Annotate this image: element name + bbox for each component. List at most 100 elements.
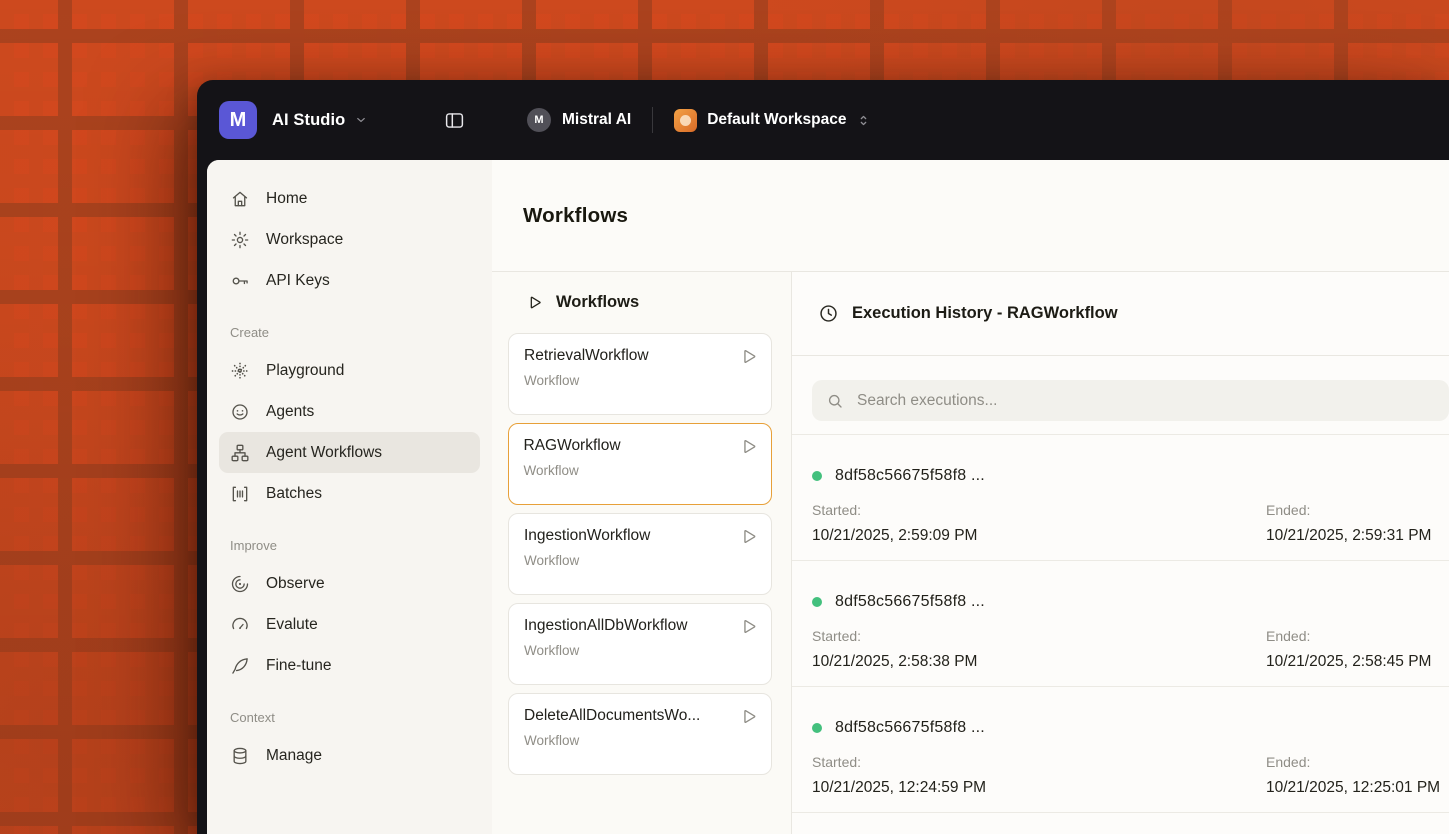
status-success-dot [812,471,822,481]
feather-icon [230,656,250,676]
sidebar-toggle-icon[interactable] [444,110,465,131]
sidebar-section-create: Create [230,325,270,340]
sidebar-item-label: Observe [266,574,325,592]
workflow-card-ingestionalldbworkflow[interactable]: IngestionAllDbWorkflow Workflow [508,603,772,685]
workflow-name: IngestionAllDbWorkflow [524,617,688,634]
run-workflow-button[interactable] [739,527,758,546]
topbar: M AI Studio M Mistral AI Default Workspa… [197,80,1449,160]
workflow-cards: RetrievalWorkflow Workflow RAGWorkflow W… [492,333,791,775]
page-header: Workflows [492,160,1449,272]
run-workflow-button[interactable] [739,617,758,636]
sidebar-item-label: Evalute [266,615,318,633]
search-executions-bar[interactable] [812,380,1449,421]
workflow-list-header: Workflows [492,272,791,333]
sidebar-item-evaluate[interactable]: Evalute [219,604,480,645]
execution-rows: 8df58c56675f58f8 ... Started: 10/21/2025… [792,434,1449,834]
home-icon [230,189,250,209]
workflow-type: Workflow [524,553,580,568]
workflow-type: Workflow [524,733,580,748]
started-label: Started: [812,502,862,518]
sidebar-item-label: Manage [266,746,323,764]
execution-id-line: 8df58c56675f58f8 ... [812,466,1449,486]
key-icon [230,271,250,291]
started-value: 10/21/2025, 2:59:09 PM [812,527,978,544]
gauge-icon [230,615,250,635]
page-title: Workflows [523,203,629,227]
sidebar-item-workspace[interactable]: Workspace [219,219,480,260]
sidebar-section-improve: Improve [230,538,277,553]
execution-row[interactable]: 8df58c56675f58f8 ... Started: 10/21/2025… [792,560,1449,686]
database-icon [230,746,250,766]
sidebar-item-manage[interactable]: Manage [219,735,480,776]
content-row: Workflows RetrievalWorkflow Workflow RAG… [492,272,1449,834]
sidebar-item-api-keys[interactable]: API Keys [219,260,480,301]
execution-id-line: 8df58c56675f58f8 ... [812,718,1449,738]
sidebar-item-label: Fine-tune [266,656,332,674]
workflow-type: Workflow [523,462,579,478]
run-workflow-button[interactable] [739,707,758,726]
workflow-card-deletealldocumentsworkflow[interactable]: DeleteAllDocumentsWo... Workflow [508,693,772,775]
sidebar-item-home[interactable]: Home [219,178,480,219]
search-section [792,356,1449,434]
run-workflow-button[interactable] [739,347,758,366]
workflow-type: Workflow [524,373,580,388]
org-avatar-letter: M [534,114,544,126]
execution-history-title: Execution History - RAGWorkflow [852,304,1118,322]
sidebar-section-context: Context [230,710,275,725]
workspace-avatar [674,108,698,132]
sidebar-item-fine-tune[interactable]: Fine-tune [219,645,480,686]
execution-row[interactable]: 8df58c56675f58f8 ... Started: 10/21/2025… [792,686,1449,812]
sidebar-item-label: Workspace [266,230,344,248]
ended-value: 10/21/2025, 12:25:01 PM [1266,779,1441,796]
started-label: Started: [812,754,862,770]
topbar-context: M Mistral AI Default Workspace [527,107,871,133]
execution-times: Started: 10/21/2025, 2:59:09 PM Ended: 1… [812,502,1449,545]
workflow-tree-icon [230,443,250,463]
agent-face-icon [230,402,250,422]
execution-history-header: Execution History - RAGWorkflow [792,272,1449,356]
play-icon [530,296,541,309]
started-value: 10/21/2025, 2:58:38 PM [812,653,978,670]
workflow-name: IngestionWorkflow [524,527,651,544]
workflow-card-retrievalworkflow[interactable]: RetrievalWorkflow Workflow [508,333,772,415]
sidebar-item-label: Batches [266,484,323,502]
ended-value: 10/21/2025, 2:58:45 PM [1266,653,1432,670]
topbar-left: M AI Studio [197,80,492,160]
search-executions-input[interactable] [855,390,1435,411]
started-column: Started: 10/21/2025, 2:59:09 PM [812,502,1266,545]
status-success-dot [812,723,822,733]
ended-column: Ended: 10/21/2025, 2:59:31 PM [1266,502,1449,545]
started-column: Started: 10/21/2025, 12:24:59 PM [812,754,1266,797]
status-success-dot [812,597,822,607]
chevron-down-icon[interactable] [354,113,368,127]
started-value: 10/21/2025, 12:24:59 PM [812,779,987,796]
workflow-list-panel: Workflows RetrievalWorkflow Workflow RAG… [492,272,792,834]
ended-value: 10/21/2025, 2:59:31 PM [1266,527,1432,544]
sidebar-item-label: Home [266,189,308,207]
main-content: Workflows Workflows RetrievalWorkflow Wo… [492,160,1449,834]
spiral-icon [230,574,250,594]
ended-label: Ended: [1266,502,1311,518]
row-divider [792,812,1449,834]
sidebar-item-agent-workflows[interactable]: Agent Workflows [219,432,480,473]
workflow-card-ragworkflow[interactable]: RAGWorkflow Workflow [508,423,772,505]
workflow-card-ingestionworkflow[interactable]: IngestionWorkflow Workflow [508,513,772,595]
sparkle-icon [230,361,250,381]
sidebar-item-batches[interactable]: Batches [219,473,480,514]
ended-label: Ended: [1266,754,1311,770]
started-label: Started: [812,628,862,644]
sidebar-item-playground[interactable]: Playground [219,350,480,391]
workflow-type: Workflow [524,643,580,658]
sidebar-item-observe[interactable]: Observe [219,563,480,604]
workspace-name: Default Workspace [707,111,847,128]
sidebar-item-agents[interactable]: Agents [219,391,480,432]
chevrons-up-down-icon[interactable] [856,113,871,128]
execution-row[interactable]: 8df58c56675f58f8 ... Started: 10/21/2025… [792,434,1449,560]
ai-studio-logo[interactable]: M [219,101,257,139]
execution-id: 8df58c56675f58f8 ... [835,593,985,610]
execution-id-line: 8df58c56675f58f8 ... [812,592,1449,612]
topbar-divider [652,107,654,133]
window-body: Home Workspace API Keys Create Playgroun… [207,160,1449,834]
run-workflow-button[interactable] [739,437,758,456]
ended-column: Ended: 10/21/2025, 12:25:01 PM [1266,754,1449,797]
